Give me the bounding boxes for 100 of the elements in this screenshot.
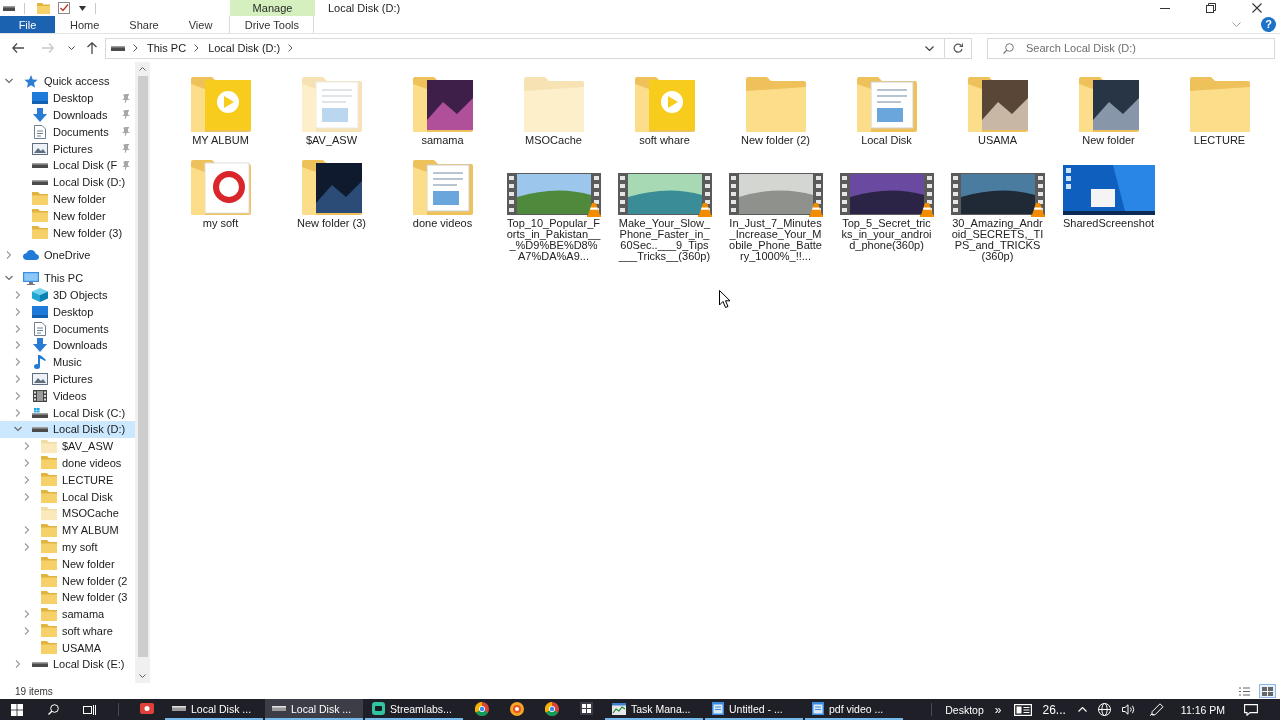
folder-item[interactable]: USAMA bbox=[942, 72, 1053, 146]
nav-tree-item[interactable]: Pictures bbox=[0, 140, 135, 157]
toolbar-more-button[interactable]: » bbox=[994, 699, 1002, 720]
nav-tree-item[interactable]: Local Disk (E:) bbox=[0, 656, 135, 673]
nav-tree-item[interactable]: Local Disk (D:) bbox=[0, 420, 135, 438]
globe-icon[interactable] bbox=[1097, 703, 1111, 716]
nav-tree-item[interactable]: New folder (3) bbox=[0, 224, 135, 241]
video-file-item[interactable]: Make_Your_Slow_Phone_Faster_in_60Sec..___9_Tips___Tricks__(360p) bbox=[609, 155, 720, 262]
taskbar-app-button[interactable]: Task Mana... bbox=[605, 699, 703, 720]
folder-item[interactable]: done videos bbox=[387, 155, 498, 229]
ribbon-tab[interactable]: Drive Tools bbox=[229, 16, 315, 33]
video-file-item[interactable]: Top_5_Secret_tricks_in_your_android_phone(360p) bbox=[831, 155, 942, 251]
taskbar-app-button[interactable]: Streamlabs... bbox=[365, 699, 463, 720]
drive-icon[interactable] bbox=[3, 5, 15, 11]
chevron-right-icon[interactable] bbox=[133, 44, 138, 52]
image-file-item[interactable]: SharedScreenshot bbox=[1053, 155, 1164, 229]
nav-tree-item[interactable]: Desktop bbox=[0, 303, 135, 321]
taskbar-app-button[interactable]: Local Disk ... bbox=[165, 699, 263, 720]
breadcrumb[interactable]: Local Disk (D:) bbox=[208, 38, 281, 58]
chevron-down-icon[interactable] bbox=[14, 425, 22, 434]
traffic-cone-icon bbox=[698, 203, 712, 217]
nav-tree-item[interactable]: Downloads bbox=[0, 106, 135, 124]
scrollbar[interactable] bbox=[135, 62, 150, 683]
nav-tree-item[interactable]: Desktop bbox=[0, 89, 135, 107]
chevron-right-icon[interactable] bbox=[194, 44, 200, 52]
folder-item[interactable]: New folder (3) bbox=[276, 155, 387, 229]
nav-tree-item[interactable]: my soft bbox=[0, 538, 135, 556]
pin-icon[interactable] bbox=[122, 93, 130, 103]
ribbon-tab[interactable]: File bbox=[0, 16, 55, 33]
widget-button[interactable]: 26... bbox=[1014, 699, 1066, 720]
breadcrumb[interactable]: This PC bbox=[147, 38, 187, 58]
nav-tree-item[interactable]: USAMA bbox=[0, 639, 135, 657]
details-view-button[interactable] bbox=[1236, 684, 1253, 698]
nav-tree-item[interactable]: $AV_ASW bbox=[0, 437, 135, 455]
nav-tree-item[interactable]: Quick access bbox=[0, 73, 135, 90]
taskbar-app-button[interactable]: Untitled - ... bbox=[705, 699, 803, 720]
folder-item[interactable]: MY ALBUM bbox=[165, 72, 276, 146]
search-field[interactable]: Search Local Disk (D:) bbox=[987, 37, 1275, 59]
nav-tree-item[interactable]: Local Disk bbox=[0, 488, 135, 505]
clock-button[interactable]: 11:16 PM bbox=[1180, 699, 1225, 720]
nav-tree-item[interactable]: Documents bbox=[0, 320, 135, 337]
nav-tree-item[interactable]: Videos bbox=[0, 387, 135, 405]
ribbon-tab[interactable]: Home bbox=[55, 16, 115, 33]
taskbar-app-button[interactable]: pdf video ... bbox=[805, 699, 903, 720]
checklist-icon[interactable] bbox=[58, 2, 70, 14]
nav-tree-item[interactable]: done videos bbox=[0, 454, 135, 472]
folder-item[interactable]: New folder bbox=[1053, 72, 1164, 146]
nav-tree-item[interactable]: OneDrive bbox=[0, 246, 135, 264]
scrollbar-thumb[interactable] bbox=[137, 76, 148, 657]
chevron-right-icon[interactable] bbox=[288, 44, 294, 52]
folder-item[interactable]: samama bbox=[387, 72, 498, 146]
pin-icon[interactable] bbox=[122, 160, 130, 170]
chevron-down-icon[interactable] bbox=[5, 77, 13, 86]
pin-icon[interactable] bbox=[122, 144, 130, 154]
desktop-toolbar-button[interactable]: Desktop bbox=[945, 699, 984, 720]
address-bar[interactable]: This PC Local Disk (D:) bbox=[105, 37, 945, 59]
folder-icon[interactable] bbox=[37, 2, 50, 14]
ribbon-tab[interactable]: Share bbox=[114, 16, 174, 33]
speaker-icon[interactable] bbox=[1121, 704, 1136, 715]
folder-item[interactable]: New folder (2) bbox=[720, 72, 831, 146]
help-button[interactable]: ? bbox=[1261, 17, 1276, 32]
nav-tree-item[interactable]: This PC bbox=[0, 269, 135, 287]
caret-up-icon[interactable] bbox=[1077, 707, 1087, 712]
folder-item[interactable]: LECTURE bbox=[1164, 72, 1275, 146]
nav-tree-item[interactable]: LECTURE bbox=[0, 471, 135, 489]
pen-icon[interactable] bbox=[1149, 703, 1164, 716]
video-file-item[interactable]: In_Just_7_Minutes_Increase_Your_Mobile_Phone_Battery_1000%_!!... bbox=[720, 155, 831, 262]
taskbar-app-button[interactable]: Local Disk ... bbox=[265, 699, 363, 720]
folder-item[interactable]: $AV_ASW bbox=[276, 72, 387, 146]
nav-tree-item[interactable]: Music bbox=[0, 353, 135, 371]
nav-tree-item[interactable]: Pictures bbox=[0, 370, 135, 388]
folder-item[interactable]: soft whare bbox=[609, 72, 720, 146]
large-icons-view-button[interactable] bbox=[1259, 684, 1276, 698]
folder-item[interactable]: my soft bbox=[165, 155, 276, 229]
speech-bubble-icon[interactable] bbox=[1244, 703, 1258, 716]
ribbon-tab[interactable]: View bbox=[173, 16, 228, 33]
nav-tree-item[interactable]: soft whare bbox=[0, 622, 135, 640]
video-file-item[interactable]: Top_10_Popular_Forts_in_Pakistan___%D9%BE%D8%A7%DA%A9... bbox=[498, 155, 609, 262]
nav-tree-item[interactable]: MY ALBUM bbox=[0, 521, 135, 539]
folder-item[interactable]: Local Disk bbox=[831, 72, 942, 146]
nav-tree-item[interactable]: Local Disk (C:) bbox=[0, 404, 135, 421]
nav-tree-item[interactable]: Documents bbox=[0, 123, 135, 141]
nav-tree-item[interactable]: New folder bbox=[0, 207, 135, 225]
pin-icon[interactable] bbox=[122, 110, 130, 120]
nav-tree-item[interactable]: Downloads bbox=[0, 336, 135, 354]
nav-tree-item[interactable]: samama bbox=[0, 605, 135, 623]
caret-down-icon[interactable] bbox=[79, 5, 86, 11]
nav-tree-item[interactable]: New folder bbox=[0, 190, 135, 208]
chevron-down-icon[interactable] bbox=[5, 274, 13, 283]
folder-item[interactable]: MSOCache bbox=[498, 72, 609, 146]
nav-tree-item[interactable]: New folder (3 bbox=[0, 588, 135, 606]
refresh-button[interactable] bbox=[945, 37, 972, 59]
nav-tree-item[interactable]: 3D Objects bbox=[0, 286, 135, 304]
pin-icon[interactable] bbox=[122, 127, 130, 137]
nav-tree-item[interactable]: Local Disk (F bbox=[0, 157, 135, 174]
nav-tree-item[interactable]: MSOCache bbox=[0, 504, 135, 522]
nav-tree-item[interactable]: Local Disk (D:) bbox=[0, 173, 135, 191]
video-file-item[interactable]: 30_Amazing_Android_SECRETS,_TIPS_and_TRICKS(360p) bbox=[942, 155, 1053, 262]
nav-tree-item[interactable]: New folder (2 bbox=[0, 572, 135, 589]
nav-tree-item[interactable]: New folder bbox=[0, 555, 135, 573]
